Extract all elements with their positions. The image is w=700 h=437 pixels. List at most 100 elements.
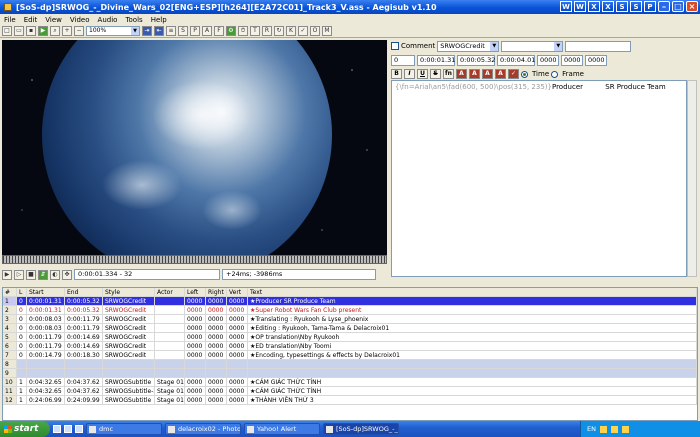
margin-left-field[interactable]: 0000 — [537, 54, 559, 66]
duration-field[interactable]: 0:00:04.01 — [497, 54, 535, 66]
menu-audio[interactable]: Audio — [98, 16, 118, 24]
maximize-button[interactable]: □ — [672, 1, 684, 12]
quick-icon-3[interactable]: X — [588, 1, 600, 12]
resample-icon[interactable]: R — [262, 26, 272, 36]
margin-right-field[interactable]: 0000 — [561, 54, 583, 66]
strikeout-button[interactable]: S — [430, 69, 441, 79]
table-row[interactable]: 1 0 0:00:01.31 0:00:05.32 SRWOGCredit 0000 000… — [3, 297, 697, 306]
table-row[interactable]: 8 — [3, 360, 697, 369]
timing-icon[interactable]: ⏱ — [238, 26, 248, 36]
visual-typeset-icon[interactable]: ✥ — [62, 269, 72, 280]
font-button[interactable]: fn — [443, 69, 454, 79]
grid-tag-icon[interactable]: M — [322, 26, 332, 36]
quick-icon-6[interactable]: S — [630, 1, 642, 12]
table-row[interactable]: 4 0 0:00:08.03 0:00:11.79 SRWOGCredit 0000 000… — [3, 324, 697, 333]
menu-tools[interactable]: Tools — [125, 16, 142, 24]
spell-check-icon[interactable]: ✓ — [298, 26, 308, 36]
subtitle-grid[interactable]: # L Start End Style Actor Left Right Ver… — [2, 287, 698, 421]
quick-launch-icon[interactable] — [53, 425, 61, 433]
task-photoshop[interactable]: delacroix02 - Photob... — [165, 423, 241, 435]
style-select[interactable]: SRWOGCredit ▼ — [437, 40, 500, 52]
properties-icon[interactable]: P — [190, 26, 200, 36]
quick-icon-4[interactable]: X — [602, 1, 614, 12]
underline-button[interactable]: U — [417, 69, 428, 79]
kanji-timer-icon[interactable]: K — [286, 26, 296, 36]
play-line-icon[interactable]: ▷ — [14, 269, 24, 280]
mask-icon[interactable]: ◐ — [50, 269, 60, 280]
timing-post-icon[interactable]: ↻ — [274, 26, 284, 36]
auto-scroll-icon[interactable]: ⇵ — [38, 269, 48, 280]
video-position-field[interactable]: 0:00:01.334 - 32 — [74, 269, 220, 280]
close-button[interactable]: × — [686, 1, 698, 12]
open-video-icon[interactable]: ▶ — [38, 26, 48, 36]
start-button[interactable]: start — [0, 421, 50, 437]
frame-radio[interactable] — [551, 70, 559, 78]
jump-to-icon[interactable]: ⇥ — [142, 26, 152, 36]
italic-button[interactable]: I — [404, 69, 415, 79]
table-row[interactable]: 5 0 0:00:11.79 0:00:14.69 SRWOGCredit 0000 000… — [3, 333, 697, 342]
language-indicator[interactable]: EN — [587, 421, 596, 437]
quick-launch-icon[interactable] — [75, 425, 83, 433]
menu-video[interactable]: Video — [70, 16, 90, 24]
margin-vertical-field[interactable]: 0000 — [585, 54, 607, 66]
menu-help[interactable]: Help — [151, 16, 167, 24]
layer-field[interactable]: 0 — [391, 54, 415, 66]
outline-color-button[interactable]: A — [482, 69, 493, 79]
start-time-field[interactable]: 0:00:01.31 — [417, 54, 455, 66]
table-row[interactable]: 12 1 0:24:06.99 0:24:09.99 SRWOGSubtitle Stag… — [3, 396, 697, 405]
quick-icon-7[interactable]: P — [644, 1, 656, 12]
fonts-collector-icon[interactable]: F — [214, 26, 224, 36]
actor-select[interactable]: ▼ — [501, 40, 564, 52]
subtitle-text-editor[interactable]: {\fn=Arial\an5\fad(600, 500)\pos(315, 23… — [391, 80, 687, 277]
menu-view[interactable]: View — [45, 16, 62, 24]
quick-launch-icon[interactable] — [64, 425, 72, 433]
time-radio[interactable] — [521, 70, 528, 78]
translation-icon[interactable]: T — [250, 26, 260, 36]
table-row[interactable]: 11 1 0:04:32.65 0:04:37.62 SRWOGSubtitle-2 St… — [3, 387, 697, 396]
tray-icon[interactable] — [599, 425, 607, 433]
zoom-select[interactable]: 100% ▼ — [86, 26, 140, 36]
new-file-icon[interactable]: □ — [2, 26, 12, 36]
styles-manager-icon[interactable]: S — [178, 26, 188, 36]
primary-color-button[interactable]: A — [456, 69, 467, 79]
comment-checkbox[interactable] — [391, 42, 399, 50]
commit-button[interactable]: ✓ — [508, 69, 519, 79]
tray-icon[interactable] — [610, 425, 618, 433]
menu-edit[interactable]: Edit — [24, 16, 38, 24]
shadow-color-button[interactable]: A — [495, 69, 506, 79]
options-icon[interactable]: O — [310, 26, 320, 36]
effect-field[interactable] — [565, 40, 632, 52]
zoom-out-icon[interactable]: − — [74, 26, 84, 36]
editor-scrollbar[interactable] — [687, 80, 697, 277]
task-dmc[interactable]: dmc — [86, 423, 162, 435]
table-row[interactable]: 6 0 0:00:11.79 0:00:14.69 SRWOGCredit 0000 000… — [3, 342, 697, 351]
table-row[interactable]: 3 0 0:00:08.03 0:00:11.79 SRWOGCredit 0000 000… — [3, 315, 697, 324]
secondary-color-button[interactable]: A — [469, 69, 480, 79]
jump-start-icon[interactable]: ⇤ — [154, 26, 164, 36]
attachments-icon[interactable]: A — [202, 26, 212, 36]
quick-icon-5[interactable]: S — [616, 1, 628, 12]
automation-icon[interactable]: ⚙ — [226, 26, 236, 36]
table-row[interactable]: 2 0 0:00:01.31 0:00:05.32 SRWOGCredit 0000 000… — [3, 306, 697, 315]
video-seek-bar[interactable] — [2, 255, 387, 264]
table-row[interactable]: 9 — [3, 369, 697, 378]
bold-button[interactable]: B — [391, 69, 402, 79]
table-row[interactable]: 10 1 0:04:32.65 0:04:37.62 SRWOGSubtitle Stag… — [3, 378, 697, 387]
task-yahoo-alert[interactable]: Yahoo! Alert — [244, 423, 320, 435]
quick-icon-1[interactable]: W — [560, 1, 572, 12]
tray-icon[interactable] — [621, 425, 629, 433]
video-display[interactable] — [2, 40, 387, 255]
stop-icon[interactable]: ■ — [26, 269, 36, 280]
snap-icon[interactable]: ≡ — [166, 26, 176, 36]
minimize-button[interactable]: – — [658, 1, 670, 12]
save-icon[interactable]: ▪ — [26, 26, 36, 36]
task-aegisub[interactable]: [SoS-dp]SRWOG_-_D... — [323, 423, 399, 435]
menu-file[interactable]: File — [4, 16, 16, 24]
zoom-in-icon[interactable]: + — [62, 26, 72, 36]
end-time-field[interactable]: 0:00:05.32 — [457, 54, 495, 66]
play-icon[interactable]: ▶ — [2, 269, 12, 280]
search-icon[interactable]: ⌕ — [50, 26, 60, 36]
table-row[interactable]: 7 0 0:00:14.79 0:00:18.30 SRWOGCredit 0000 000… — [3, 351, 697, 360]
open-folder-icon[interactable]: ▭ — [14, 26, 24, 36]
quick-icon-2[interactable]: W — [574, 1, 586, 12]
